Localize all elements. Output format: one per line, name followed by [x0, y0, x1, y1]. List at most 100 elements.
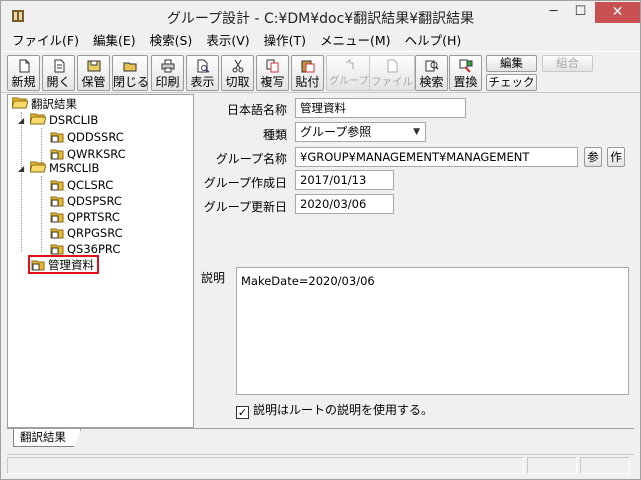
paste-label: 貼付	[295, 75, 320, 89]
new-label: 新規	[11, 75, 36, 89]
reference-button[interactable]: 参	[584, 147, 602, 167]
collapse-icon[interactable]: ◢	[18, 160, 24, 177]
print-button[interactable]: 印刷	[151, 55, 184, 91]
search-button[interactable]: 検索	[415, 55, 448, 91]
close-button[interactable]: 閉じる	[112, 55, 150, 91]
group-folder-icon	[31, 260, 45, 271]
source-file-icon	[50, 149, 64, 160]
menu-bar: ファイル(F) 編集(E) 検索(S) 表示(V) 操作(T) メニュー(M) …	[1, 31, 640, 51]
close-folder-icon	[123, 62, 137, 72]
tree-node-label: QCLSRC	[67, 178, 114, 192]
status-bar	[7, 454, 634, 474]
tree-node-label: MSRCLIB	[49, 161, 100, 175]
jp-name-input[interactable]: 管理資料	[295, 98, 466, 118]
title-bar[interactable]: グループ設計 - C:¥DM¥doc¥翻訳結果¥翻訳結果 ─ ☐ ✕	[1, 1, 640, 31]
tree-view[interactable]: 翻訳結果 ◢ DSRCLIB QDDSSRC QWRKSRC ◢ MSRCLIB…	[7, 94, 194, 428]
group-button[interactable]: グループ	[326, 55, 372, 91]
group-name-label: グループ名称	[215, 152, 287, 166]
edit-button[interactable]: 編集	[486, 55, 537, 72]
combine-button[interactable]: 組合	[542, 55, 593, 72]
tree-node-dsrclib[interactable]: DSRCLIB	[30, 112, 98, 129]
description-textarea[interactable]: MakeDate=2020/03/06	[236, 267, 629, 395]
tree-connector	[41, 176, 42, 252]
save-icon	[87, 60, 100, 72]
description-label: 説明	[201, 271, 226, 285]
tree-node-label: DSRCLIB	[49, 113, 99, 127]
view-label: 表示	[190, 75, 215, 89]
source-file-icon	[50, 180, 64, 191]
scissors-icon	[232, 59, 243, 73]
print-label: 印刷	[155, 75, 180, 89]
new-document-icon	[19, 59, 29, 73]
printer-icon	[161, 59, 174, 73]
maximize-button[interactable]: ☐	[567, 2, 594, 23]
check-button[interactable]: チェック	[486, 74, 537, 91]
cut-button[interactable]: 切取	[221, 55, 254, 91]
save-button[interactable]: 保管	[77, 55, 110, 91]
collapse-icon[interactable]: ◢	[18, 112, 24, 129]
tree-node-qclsrc[interactable]: QCLSRC	[50, 177, 113, 194]
menu-search[interactable]: 検索(S)	[143, 31, 200, 51]
tree-node-qdspsrc[interactable]: QDSPSRC	[50, 193, 122, 210]
updated-date-label: グループ更新日	[203, 200, 287, 214]
menu-help[interactable]: ヘルプ(H)	[398, 31, 469, 51]
paste-button[interactable]: 貼付	[291, 55, 324, 91]
menu-edit[interactable]: 編集(E)	[86, 31, 143, 51]
tree-node-label: 翻訳結果	[31, 97, 77, 111]
folder-open-icon	[30, 161, 46, 173]
tree-node-qprtsrc[interactable]: QPRTSRC	[50, 209, 120, 226]
group-name-input[interactable]: ¥GROUP¥MANAGEMENT¥MANAGEMENT	[295, 147, 578, 167]
tree-node-qddssrc[interactable]: QDDSSRC	[50, 129, 124, 146]
menu-view[interactable]: 表示(V)	[199, 31, 256, 51]
use-root-description-label: 説明はルートの説明を使用する。	[253, 403, 434, 417]
file-icon	[387, 59, 398, 73]
cut-label: 切取	[225, 75, 250, 89]
chevron-down-icon: ▼	[413, 127, 420, 137]
tree-node-label: 管理資料	[48, 258, 94, 272]
tree-connector	[21, 112, 22, 252]
source-file-icon	[50, 132, 64, 143]
group-label: グループ	[329, 76, 369, 87]
use-root-description-checkbox[interactable]: ✓	[236, 406, 249, 419]
toolbar: 新規 開く 保管 閉じる 印刷 表示 切取 複写 貼付 グループ ファイル 検索…	[1, 51, 640, 93]
tree-node-label: QDSPSRC	[67, 194, 122, 208]
tree-node-label: QS36PRC	[67, 242, 121, 256]
source-file-icon	[50, 196, 64, 207]
new-button[interactable]: 新規	[7, 55, 40, 91]
copy-icon	[266, 59, 278, 73]
tree-node-label: QPRTSRC	[67, 210, 120, 224]
main-window: グループ設計 - C:¥DM¥doc¥翻訳結果¥翻訳結果 ─ ☐ ✕ ファイル(…	[0, 0, 641, 480]
folder-open-icon	[12, 97, 28, 109]
type-label: 種類	[262, 128, 287, 142]
use-root-description-row[interactable]: ✓ 説明はルートの説明を使用する。	[236, 403, 433, 419]
menu-file[interactable]: ファイル(F)	[5, 31, 86, 51]
tree-node-msrclib[interactable]: MSRCLIB	[30, 160, 99, 177]
tab-translation-result[interactable]: 翻訳結果	[13, 429, 81, 447]
create-button[interactable]: 作	[607, 147, 625, 167]
close-window-button[interactable]: ✕	[595, 2, 640, 23]
status-pane-3	[580, 457, 630, 474]
search-label: 検索	[419, 75, 444, 89]
created-date-input[interactable]: 2017/01/13	[295, 170, 394, 190]
copy-button[interactable]: 複写	[256, 55, 289, 91]
file-button[interactable]: ファイル	[369, 55, 415, 91]
status-pane-main	[7, 457, 524, 474]
tree-node-selected[interactable]: 管理資料	[28, 255, 99, 274]
type-select-value: グループ参照	[300, 125, 372, 139]
minimize-button[interactable]: ─	[540, 2, 567, 23]
replace-label: 置換	[453, 75, 478, 89]
close-label: 閉じる	[113, 75, 150, 89]
tree-node-root[interactable]: 翻訳結果	[12, 96, 77, 113]
open-button[interactable]: 開く	[42, 55, 75, 91]
status-pane-2	[527, 457, 577, 474]
menu-operation[interactable]: 操作(T)	[257, 31, 313, 51]
updated-date-input[interactable]: 2020/03/06	[295, 194, 394, 214]
source-file-icon	[50, 244, 64, 255]
replace-button[interactable]: 置換	[449, 55, 482, 91]
view-button[interactable]: 表示	[186, 55, 219, 91]
paste-icon	[301, 60, 314, 73]
tab-strip: 翻訳結果	[7, 428, 634, 448]
tree-node-qrpgsrc[interactable]: QRPGSRC	[50, 225, 123, 242]
type-select[interactable]: グループ参照 ▼	[295, 122, 426, 142]
menu-menu[interactable]: メニュー(M)	[313, 31, 398, 51]
